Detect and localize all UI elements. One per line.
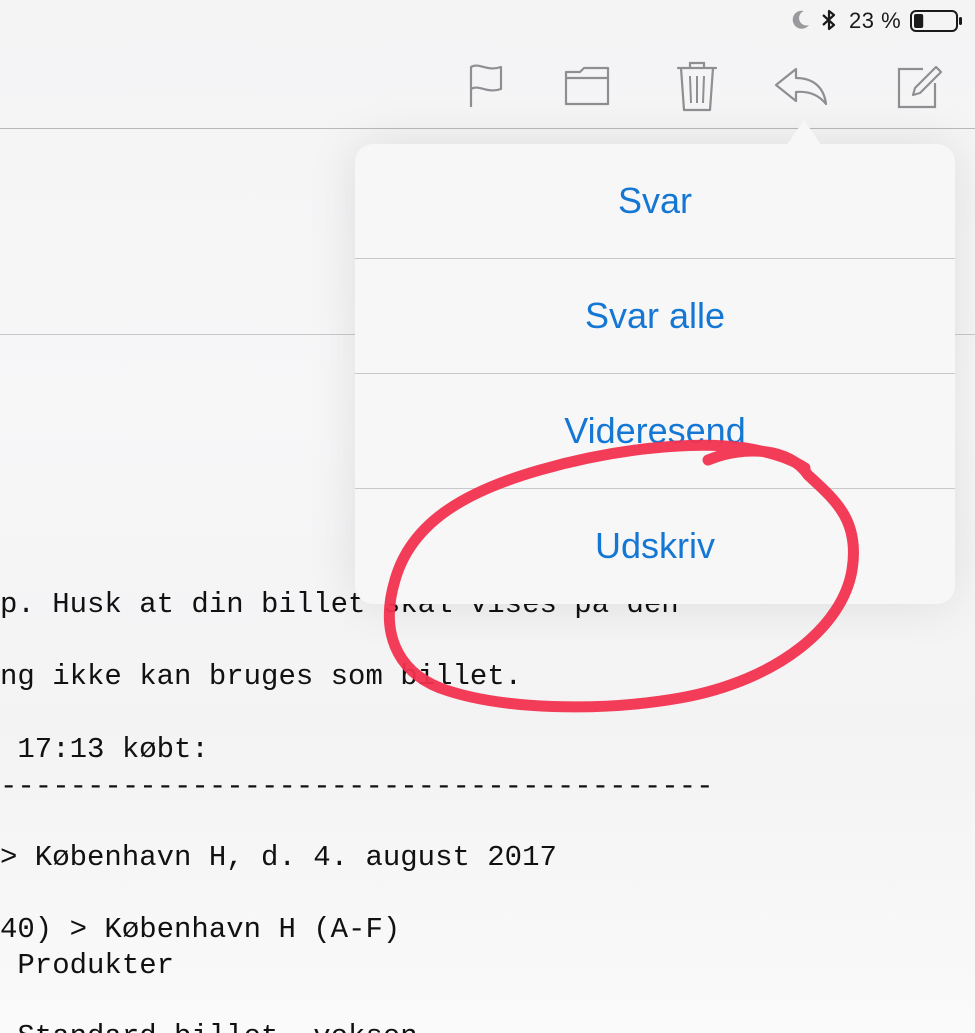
flag-button[interactable] xyxy=(456,56,516,116)
folder-button[interactable] xyxy=(557,56,617,116)
compose-button[interactable] xyxy=(888,56,948,116)
flag-icon xyxy=(469,64,503,107)
forward-option[interactable]: Videresend xyxy=(355,374,955,488)
email-body-line: Standard billet, voksen xyxy=(0,1020,417,1033)
print-option[interactable]: Udskriv xyxy=(355,489,955,603)
toolbar xyxy=(0,44,975,129)
email-body-line: Produkter xyxy=(0,949,175,982)
bluetooth-icon xyxy=(822,9,836,31)
reply-button[interactable] xyxy=(770,56,830,116)
trash-button[interactable] xyxy=(667,56,727,116)
email-body-line: > København H, d. 4. august 2017 xyxy=(0,841,557,874)
battery-percentage: 23 % xyxy=(849,8,902,33)
email-body-line: 17:13 købt: xyxy=(0,733,209,766)
trash-icon xyxy=(676,61,718,112)
reply-popover: Svar Svar alle Videresend Udskriv xyxy=(355,144,955,604)
folder-icon xyxy=(564,66,610,106)
email-body-line: 40) > København H (A-F) xyxy=(0,913,401,946)
mail-screen: 23 % p. Husk at din billet skal vises på… xyxy=(0,0,975,1033)
compose-icon xyxy=(897,65,943,109)
status-bar: 23 % xyxy=(0,0,975,44)
reply-icon xyxy=(774,67,828,106)
popover-arrow xyxy=(786,120,822,146)
battery-icon xyxy=(910,10,962,32)
email-body-line: ng ikke kan bruges som billet. xyxy=(0,660,523,693)
moon-icon xyxy=(792,10,809,29)
email-body-separator: ----------------------------------------… xyxy=(0,770,714,803)
reply-option[interactable]: Svar xyxy=(355,144,955,258)
reply-all-option[interactable]: Svar alle xyxy=(355,259,955,373)
